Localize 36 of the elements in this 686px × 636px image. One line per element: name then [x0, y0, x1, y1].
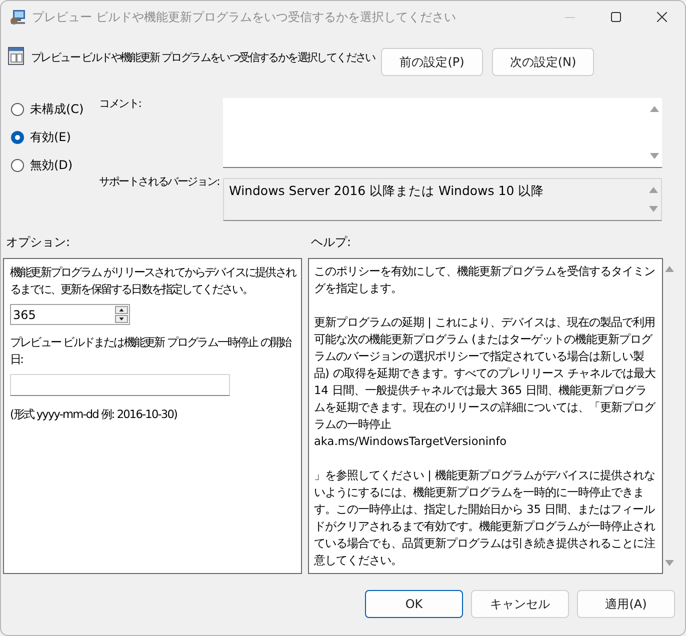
help-paragraph: 更新プログラムの延期 | これにより、デバイスは、現在の製品で利用可能な次の機能更新プログラム (またはターゲットの機能更新プログラムのバージョンの選択ポリシーで指定されている場合は新しい製品) の取得を延期できます。すべてのプレリリース チャネルでは最大 14 日間、一般提供チャネルでは最大 365 日間、機能更新プログラムを延期できます。現在のリリースの詳細については、「更新プログラムの一時停止 aka.ms/WindowsTargetVersioninfo — [314, 315, 657, 450]
close-icon[interactable] — [657, 12, 667, 22]
scroll-down-icon[interactable] — [650, 153, 658, 159]
dialog-button[interactable]: キャンセル — [471, 590, 569, 618]
radio-label: 有効(E) — [30, 129, 71, 146]
field-label: コメント: — [99, 96, 142, 111]
help-paragraph: 」を参照してください | 機能更新プログラムがデバイスに提供されないようにするには、機能更新プログラムを一時的に一時停止できます。この一時停止は、指定した開始日から 35 日間、またはフィールドがクリアされるまで有効です。機能更新プログラムが一時停止されている場合でも、品質更新プログラムは引き続き提供されることに注意してください。 — [314, 468, 656, 569]
radio-button[interactable] — [11, 159, 24, 172]
comment-field[interactable] — [223, 98, 662, 168]
settings-window-icon — [8, 47, 24, 65]
scroll-down-icon[interactable] — [648, 206, 658, 212]
dialog-button[interactable]: OK — [365, 590, 463, 618]
radio-label: 未構成(C) — [30, 101, 84, 118]
nav-button[interactable]: 次の設定(N) — [492, 48, 594, 76]
radio-button[interactable] — [11, 103, 24, 116]
scroll-up-icon[interactable] — [665, 266, 674, 272]
dialog-button[interactable]: 適用(A) — [577, 590, 675, 618]
option-text: プレビュー ビルドまたは機能更新 プログラム一時停止 の開始日: — [10, 335, 292, 368]
computer-icon — [10, 9, 26, 25]
radio-button[interactable] — [11, 131, 24, 144]
nav-button[interactable]: 前の設定(P) — [381, 48, 483, 76]
section-label: ヘルプ: — [311, 234, 352, 251]
option-text: 機能更新プログラム がリリースされてからデバイスに提供されるまでに、更新を保留する日数を指定してください。 — [10, 265, 296, 298]
date-field[interactable] — [10, 374, 230, 396]
window-title: プレビュー ビルドや機能更新プログラムをいつ受信するかを選択してください — [32, 8, 457, 26]
option-text: (形式 yyyy-mm-dd 例: 2016-10-30) — [10, 407, 178, 423]
supported-version-text: Windows Server 2016 以降または Windows 10 以降 — [228, 182, 546, 200]
help-paragraph: このポリシーを有効にして、機能更新プログラムを受信するタイミングを指定します。 — [314, 264, 656, 297]
scroll-down-icon[interactable] — [665, 560, 674, 566]
radio-label: 無効(D) — [30, 157, 73, 174]
section-label: オプション: — [6, 234, 72, 251]
maximize-icon[interactable] — [611, 12, 621, 22]
policy-title: プレビュー ビルドや機能更新 プログラムをいつ受信するかを選択してください — [31, 50, 375, 65]
scroll-up-icon[interactable] — [648, 187, 658, 193]
scroll-up-icon[interactable] — [650, 106, 658, 112]
field-label: サポートされるバージョン: — [99, 174, 220, 189]
